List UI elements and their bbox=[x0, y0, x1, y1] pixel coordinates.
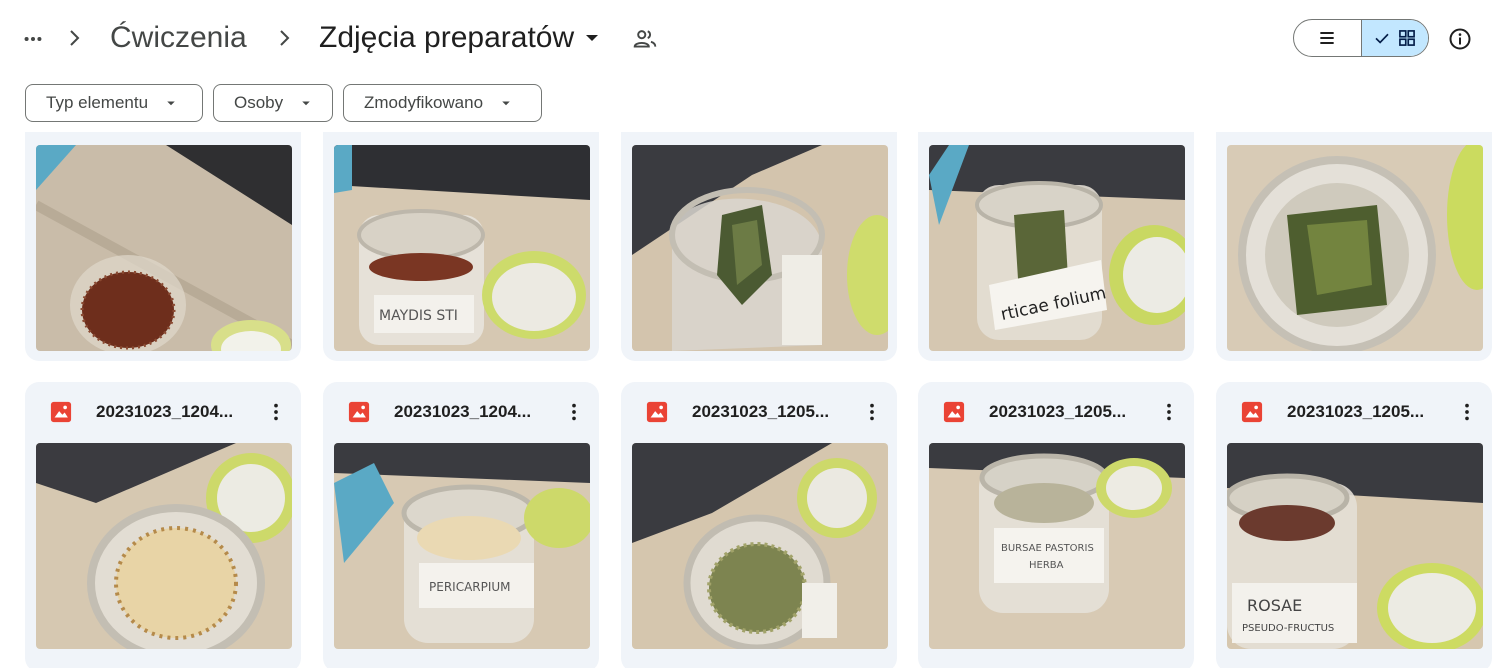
breadcrumb-current-folder[interactable]: Zdjęcia preparatów bbox=[319, 18, 604, 58]
check-icon bbox=[1375, 33, 1389, 44]
file-thumbnail bbox=[36, 443, 292, 649]
file-title-row: 20231023_1205... bbox=[1216, 382, 1492, 442]
folder-title: Zdjęcia preparatów bbox=[319, 21, 575, 54]
filter-modified-chip[interactable]: Zmodyfikowano bbox=[343, 84, 542, 122]
image-file-icon bbox=[646, 401, 668, 423]
photo-rosehip-tea-jar bbox=[36, 145, 292, 351]
file-title-row: 20231023_1205... bbox=[621, 382, 897, 442]
svg-text:HERBA: HERBA bbox=[1029, 560, 1064, 571]
image-file-icon bbox=[1241, 401, 1263, 423]
file-name: 20231023_1205... bbox=[692, 402, 830, 421]
view-toggle bbox=[1293, 19, 1429, 57]
file-thumbnail bbox=[36, 145, 292, 351]
more-vert-icon[interactable] bbox=[263, 399, 289, 425]
info-icon bbox=[1449, 28, 1471, 50]
more-horiz-icon[interactable] bbox=[18, 24, 48, 54]
file-thumbnail: ROSAE PSEUDO-FRUCTUS bbox=[1227, 443, 1483, 649]
svg-text:MAYDIS STI: MAYDIS STI bbox=[379, 308, 458, 324]
file-name: 20231023_1204... bbox=[96, 402, 234, 421]
file-thumbnail: BURSAE PASTORIS HERBA bbox=[929, 443, 1185, 649]
file-grid: MAYDIS STI rticae folium 20231023_1204..… bbox=[0, 132, 1507, 668]
image-file-icon bbox=[943, 401, 965, 423]
header: Ćwiczenia Zdjęcia preparatów bbox=[0, 0, 1507, 78]
file-card[interactable] bbox=[621, 132, 897, 361]
photo-urticae-folium-jar: rticae folium bbox=[929, 145, 1185, 351]
more-vert-icon[interactable] bbox=[1156, 399, 1182, 425]
file-card[interactable] bbox=[1216, 132, 1492, 361]
photo-jar-pastoris-herba: BURSAE PASTORIS HERBA bbox=[929, 443, 1185, 649]
svg-text:PERICARPIUM: PERICARPIUM bbox=[429, 580, 511, 594]
svg-text:ROSAE: ROSAE bbox=[1247, 596, 1302, 615]
caret-down-icon bbox=[302, 101, 310, 106]
breadcrumb-parent[interactable]: Ćwiczenia bbox=[110, 18, 247, 58]
shared-people-icon[interactable] bbox=[632, 26, 658, 52]
file-title-row: 20231023_1204... bbox=[25, 382, 301, 442]
file-card[interactable]: 20231023_1205... ROSAE PSEUDO-FRUCTUS bbox=[1216, 382, 1492, 668]
file-name: 20231023_1204... bbox=[394, 402, 532, 421]
filter-type-chip[interactable]: Typ elementu bbox=[25, 84, 203, 122]
file-card[interactable]: 20231023_1204... PERICARPIUM bbox=[323, 382, 599, 668]
file-card[interactable]: MAYDIS STI bbox=[323, 132, 599, 361]
list-view-icon bbox=[1320, 32, 1334, 44]
info-button[interactable] bbox=[1445, 24, 1475, 54]
filter-type-label: Typ elementu bbox=[46, 93, 149, 112]
caret-down-icon bbox=[167, 101, 175, 106]
caret-down-icon bbox=[502, 101, 510, 106]
photo-jar-rosae-pseudofructus: ROSAE PSEUDO-FRUCTUS bbox=[1227, 443, 1483, 649]
file-thumbnail bbox=[632, 145, 888, 351]
more-vert-icon[interactable] bbox=[561, 399, 587, 425]
list-view-button[interactable] bbox=[1294, 20, 1362, 56]
file-card[interactable]: 20231023_1205... bbox=[621, 382, 897, 668]
file-title-row: 20231023_1204... bbox=[323, 382, 599, 442]
more-vert-icon[interactable] bbox=[859, 399, 885, 425]
chevron-right-icon bbox=[70, 30, 80, 46]
caret-down-icon bbox=[586, 35, 599, 41]
file-card[interactable] bbox=[25, 132, 301, 361]
chevron-right-icon bbox=[280, 30, 290, 46]
file-thumbnail: PERICARPIUM bbox=[334, 443, 590, 649]
photo-maydis-jar-with-lid: MAYDIS STI bbox=[334, 145, 590, 351]
svg-text:PSEUDO-FRUCTUS: PSEUDO-FRUCTUS bbox=[1242, 623, 1334, 634]
file-card[interactable]: rticae folium bbox=[918, 132, 1194, 361]
filter-people-chip[interactable]: Osoby bbox=[213, 84, 333, 122]
grid-view-button[interactable] bbox=[1361, 20, 1428, 56]
file-thumbnail bbox=[632, 443, 888, 649]
photo-jar-green-herb bbox=[632, 443, 888, 649]
svg-text:BURSAE PASTORIS: BURSAE PASTORIS bbox=[1001, 543, 1094, 554]
file-card[interactable]: 20231023_1205... BURSAE PASTORIS HERBA bbox=[918, 382, 1194, 668]
grid-view-icon bbox=[1398, 30, 1415, 46]
file-name: 20231023_1205... bbox=[989, 402, 1127, 421]
more-vert-icon[interactable] bbox=[1454, 399, 1480, 425]
image-file-icon bbox=[50, 401, 72, 423]
file-thumbnail: MAYDIS STI bbox=[334, 145, 590, 351]
photo-jar-light-chips bbox=[36, 443, 292, 649]
photo-dried-leaves-jar-topdown bbox=[1227, 145, 1483, 351]
file-thumbnail bbox=[1227, 145, 1483, 351]
filter-people-label: Osoby bbox=[234, 93, 284, 112]
filter-modified-label: Zmodyfikowano bbox=[364, 93, 484, 112]
image-file-icon bbox=[348, 401, 370, 423]
photo-leaves-jar-folium bbox=[632, 145, 888, 351]
file-card[interactable]: 20231023_1204... bbox=[25, 382, 301, 668]
file-thumbnail: rticae folium bbox=[929, 145, 1185, 351]
filter-bar: Typ elementu Osoby Zmodyfikowano bbox=[25, 84, 542, 122]
photo-jar-pericarpium: PERICARPIUM bbox=[334, 443, 590, 649]
file-title-row: 20231023_1205... bbox=[918, 382, 1194, 442]
file-name: 20231023_1205... bbox=[1287, 402, 1425, 421]
